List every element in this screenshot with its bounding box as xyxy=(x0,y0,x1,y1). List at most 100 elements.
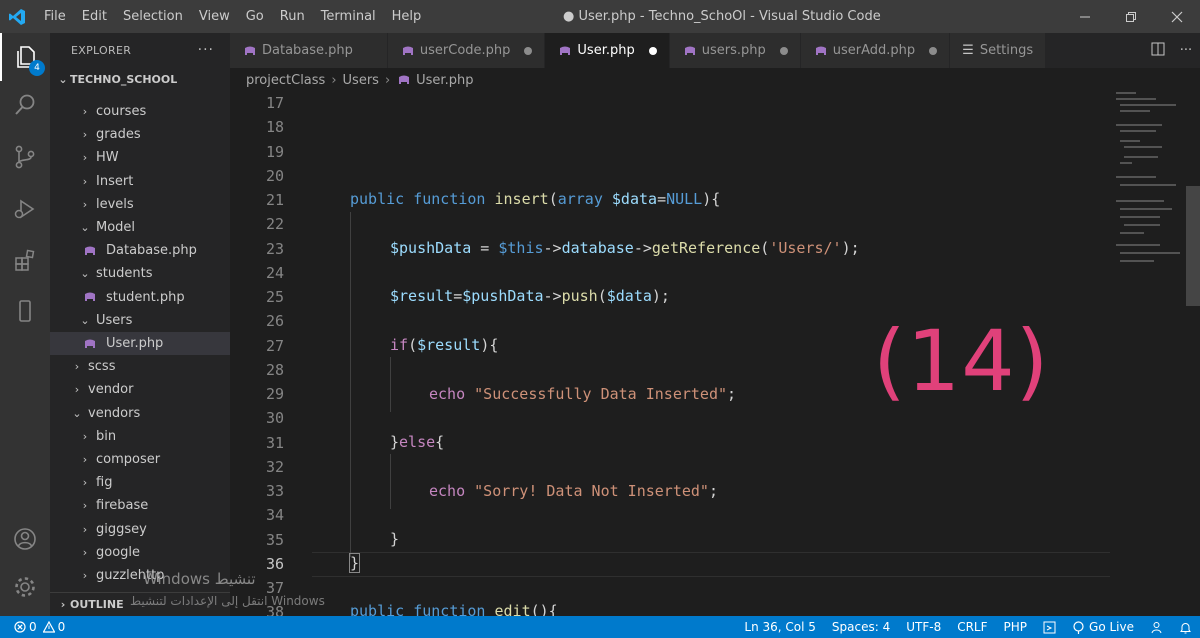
menu-view[interactable]: View xyxy=(191,0,238,33)
smiley-icon xyxy=(1043,621,1056,633)
code-editor[interactable]: 17 18 19 20 21 22 23 24 25 26 27 28 29 30 31 32 33 34 35 36… xyxy=(230,92,1110,616)
php-file-icon xyxy=(400,45,416,57)
chevron-right-icon: › xyxy=(82,197,88,211)
unsaved-dot-icon[interactable] xyxy=(648,46,657,55)
manage-activity[interactable] xyxy=(0,563,50,611)
code-line-31: }else{ xyxy=(390,433,445,451)
chevron-right-icon: › xyxy=(82,429,88,443)
unsaved-dot-icon[interactable] xyxy=(929,46,938,55)
language-mode[interactable]: PHP xyxy=(996,620,1036,634)
tree-item-label: Database.php xyxy=(106,243,197,259)
tree-folder[interactable]: › levels xyxy=(50,193,230,216)
menu-selection[interactable]: Selection xyxy=(115,0,191,33)
run-debug-activity[interactable] xyxy=(0,185,50,233)
close-window-button[interactable] xyxy=(1154,0,1200,33)
chevron-right-icon: › xyxy=(82,105,88,118)
editor-tab[interactable]: Database.php xyxy=(230,33,388,68)
tree-item-label: Model xyxy=(96,220,136,235)
split-editor-button[interactable] xyxy=(1144,42,1172,60)
line-number: 27 xyxy=(265,336,284,355)
chevron-right-icon: › xyxy=(331,72,337,88)
indent-guide xyxy=(350,212,351,557)
editor-tab[interactable]: User.php xyxy=(545,33,670,68)
menu-go[interactable]: Go xyxy=(238,0,272,33)
breadcrumb-item[interactable]: User.php xyxy=(416,73,473,88)
remote-device-activity[interactable] xyxy=(0,287,50,335)
unsaved-dot-icon[interactable] xyxy=(779,46,788,55)
breadcrumb: projectClass › Users › User.php xyxy=(230,68,1110,92)
php-file-icon xyxy=(813,45,829,57)
chevron-right-icon: › xyxy=(82,174,88,188)
restore-button[interactable] xyxy=(1108,0,1154,33)
indentation[interactable]: Spaces: 4 xyxy=(824,620,898,634)
feedback-button[interactable] xyxy=(1035,621,1064,634)
minimap[interactable] xyxy=(1110,68,1200,616)
editor-tab[interactable]: ☰ Settings xyxy=(950,33,1047,68)
explorer-sidebar: EXPLORER ··· ⌄ TECHNO_SCHOOL › courses › gr… xyxy=(50,33,230,616)
code-line-23: $pushData = $this->database->getReferenc… xyxy=(390,239,860,257)
workspace-folder[interactable]: ⌄ TECHNO_SCHOOL xyxy=(50,68,230,90)
tree-folder[interactable]: › courses xyxy=(50,100,230,123)
editor-tab[interactable]: userAdd.php xyxy=(800,33,951,68)
tree-folder[interactable]: › vendor xyxy=(50,378,230,401)
extensions-activity[interactable] xyxy=(0,237,50,285)
minimize-button[interactable] xyxy=(1062,0,1108,33)
tree-folder[interactable]: ⌄ students xyxy=(50,262,230,285)
tree-item-label: vendors xyxy=(88,405,141,421)
explorer-title: EXPLORER xyxy=(71,44,132,57)
tree-folder[interactable]: › HW xyxy=(50,146,230,169)
notifications-button[interactable] xyxy=(1171,621,1200,634)
search-activity[interactable] xyxy=(0,81,50,129)
tree-file[interactable]: User.php xyxy=(50,332,230,355)
menu-help[interactable]: Help xyxy=(384,0,430,33)
tree-item-label: composer xyxy=(96,452,161,467)
tree-file[interactable]: Database.php xyxy=(50,239,230,262)
error-count: 0 xyxy=(29,620,37,634)
accounts-activity[interactable] xyxy=(0,515,50,563)
tree-folder[interactable]: › composer xyxy=(50,448,230,471)
menu-edit[interactable]: Edit xyxy=(74,0,115,33)
editor-tab[interactable]: userCode.php xyxy=(387,33,546,68)
tree-folder[interactable]: › bin xyxy=(50,425,230,448)
cursor-position[interactable]: Ln 36, Col 5 xyxy=(736,620,824,634)
code-line-27: if($result){ xyxy=(390,336,499,354)
menu-file[interactable]: File xyxy=(34,0,74,33)
run-debug-icon xyxy=(14,199,35,219)
tree-item-label: courses xyxy=(96,104,147,119)
breadcrumb-item[interactable]: projectClass xyxy=(246,73,325,88)
tree-folder[interactable]: › fig xyxy=(50,471,230,494)
end-of-line[interactable]: CRLF xyxy=(949,620,995,634)
tree-folder[interactable]: ⌄ Users xyxy=(50,309,230,332)
menu-run[interactable]: Run xyxy=(272,0,313,33)
go-live-button[interactable]: Go Live xyxy=(1064,620,1142,634)
more-actions-button[interactable]: ··· xyxy=(198,42,214,58)
more-editor-actions-button[interactable]: ··· xyxy=(1172,43,1200,58)
line-number: 32 xyxy=(265,457,284,476)
tree-folder[interactable]: › giggsey xyxy=(50,518,230,541)
line-number: 24 xyxy=(265,263,284,282)
scrollbar-thumb[interactable] xyxy=(1186,186,1200,306)
tree-file[interactable]: student.php xyxy=(50,286,230,309)
breadcrumb-item[interactable]: Users xyxy=(343,73,379,88)
account-icon xyxy=(14,528,36,550)
unsaved-dot-icon[interactable] xyxy=(524,46,533,55)
tree-folder[interactable]: › google xyxy=(50,541,230,564)
tree-folder[interactable]: › firebase xyxy=(50,494,230,517)
tree-folder[interactable]: › Insert xyxy=(50,170,230,193)
tab-label: User.php xyxy=(577,43,635,58)
editor-tab[interactable]: users.php xyxy=(669,33,801,68)
tree-folder[interactable]: ⌄ Model xyxy=(50,216,230,239)
accounts-status[interactable] xyxy=(1142,621,1171,634)
chevron-right-icon: › xyxy=(82,569,88,582)
file-encoding[interactable]: UTF-8 xyxy=(898,620,949,634)
tree-folder[interactable]: › grades xyxy=(50,123,230,146)
chevron-right-icon: › xyxy=(82,499,88,513)
status-bar: 0 0 Ln 36, Col 5 Spaces: 4 UTF-8 CRLF PH… xyxy=(0,616,1200,638)
tree-folder[interactable]: › scss xyxy=(50,355,230,378)
tree-folder[interactable]: ⌄ vendors xyxy=(50,402,230,425)
menu-terminal[interactable]: Terminal xyxy=(313,0,384,33)
explorer-header: EXPLORER ··· xyxy=(50,33,230,68)
source-control-activity[interactable] xyxy=(0,133,50,181)
problems-indicator[interactable]: 0 0 xyxy=(0,620,65,634)
explorer-activity[interactable]: 4 xyxy=(0,33,50,81)
